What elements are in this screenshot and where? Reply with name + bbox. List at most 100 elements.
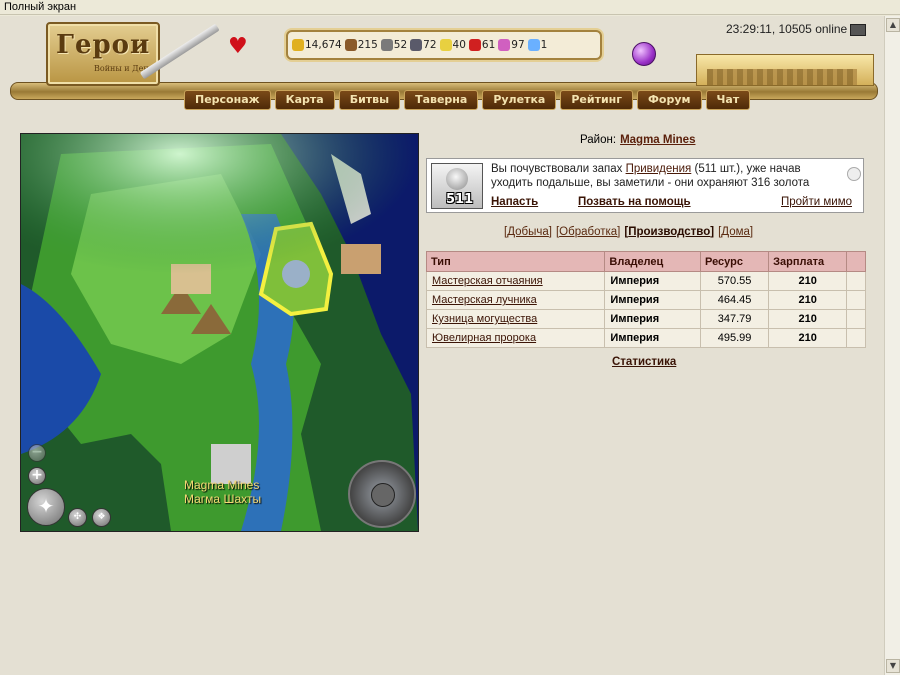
ghost-count: 511 [446,192,474,207]
compass-rose-icon[interactable]: ✦ [27,488,65,526]
sulfur-icon [439,39,452,51]
tab-item[interactable]: [Обработка] [556,226,620,238]
owner-cell: Империя [604,271,701,291]
table-header-row: Тип Владелец Ресурс Зарплата [425,251,866,272]
tab-label[interactable]: Обработка [559,226,617,238]
salary-cell: 210 [768,271,848,291]
resource-cell: 495.99 [699,328,770,348]
col-empty [846,251,866,272]
clock-text: 23:29:11, 10505 online [726,22,848,36]
logo-title: Герои [56,30,151,60]
nav-item[interactable]: Рейтинг [560,90,634,110]
ghost-creature-icon: 511 [431,163,483,209]
resource-item: 14,674 [292,39,342,51]
castle-banner [696,54,874,86]
building-type-link[interactable]: Мастерская отчаяния [425,271,606,291]
diamond-icon [527,39,540,51]
resources-bar: 14,674 215 52 72 40 61 97 1 [286,30,602,60]
salary-cell: 210 [768,290,848,310]
fullscreen-bar[interactable]: Полный экран [0,0,900,15]
col-type: Тип [425,251,606,272]
navigation-center-icon[interactable] [371,483,395,507]
layers-icon[interactable]: ❖ [92,508,111,527]
scroll-down-icon[interactable]: ▼ [886,659,900,673]
district-label: Район: [580,134,617,146]
castle-silhouette [707,69,857,85]
nav-item[interactable]: Чат [705,90,751,110]
wood-icon [344,39,357,51]
empty-cell [846,290,866,310]
col-salary: Зарплата [768,251,848,272]
crystal-icon [468,39,481,51]
call-help-link[interactable]: Позвать на помощь [578,196,691,208]
empty-cell [846,309,866,329]
resource-item: 215 [344,39,378,51]
resource-value: 61 [481,39,496,51]
world-map[interactable]: Magma Mines Магма Шахты − + ✦ ✣ ❖ [20,133,419,532]
heart-icon[interactable]: ♥ [228,34,248,59]
empty-cell [846,328,866,348]
ghost-head-icon [446,168,468,190]
building-type-link[interactable]: Кузница могущества [425,309,606,329]
table-row: Ювелирная пророка Империя 495.99 210 [425,328,866,348]
game-page: Герои Войны и Денег ♥ 14,674 215 52 72 40 61 9… [0,16,884,675]
tab-item[interactable]: [Дома] [718,226,753,238]
nav-item[interactable]: Персонаж [184,90,271,110]
attack-link[interactable]: Напасть [491,196,538,208]
resource-item: 72 [410,39,437,51]
encounter-close-radio[interactable] [847,167,861,181]
nav-item[interactable]: Таверна [404,90,479,110]
resource-value: 72 [423,39,437,51]
scroll-up-icon[interactable]: ▲ [886,18,900,32]
ore-icon [380,39,393,51]
salary-cell: 210 [768,328,848,348]
tab-label[interactable]: Дома [721,226,750,238]
resource-cell: 347.79 [699,309,770,329]
tab-label[interactable]: Добыча [507,226,549,238]
map-navigation-wheel[interactable] [348,460,416,528]
table-row: Мастерская отчаяния Империя 570.55 210 [425,271,866,291]
resource-cell: 464.45 [699,290,770,310]
resource-value: 14,674 [305,39,342,51]
table-row: Мастерская лучника Империя 464.45 210 [425,290,866,310]
zoom-in-icon[interactable]: + [28,467,46,485]
zoom-out-icon[interactable]: − [28,444,46,462]
map-location-label-en: Magma Mines [184,478,260,492]
owner-cell: Империя [604,309,701,329]
district-info: Район: Magma Mines [580,134,695,146]
empty-cell [846,271,866,291]
col-resource: Ресурс [699,251,770,272]
move-icon[interactable]: ✣ [68,508,87,527]
nav-item[interactable]: Карта [274,90,335,110]
col-owner: Владелец [604,251,701,272]
nav-item[interactable]: Рулетка [482,90,557,110]
server-clock: 23:29:11, 10505 online [726,22,867,36]
encounter-text-before: Вы почувствовали запах [491,163,626,175]
resource-value: 97 [511,39,525,51]
statistics-link[interactable]: Статистика [612,356,676,368]
district-name-link[interactable]: Magma Mines [620,134,695,146]
vertical-scrollbar[interactable]: ▲ ▼ [884,16,900,675]
creature-link[interactable]: Привидения [626,163,692,175]
main-nav: Персонаж Карта Битвы Таверна Рулетка Рейтинг Ф… [184,90,751,110]
salary-cell: 210 [768,309,848,329]
tab-label[interactable]: Производство [628,226,710,238]
building-type-link[interactable]: Мастерская лучника [425,290,606,310]
nav-item[interactable]: Битвы [338,90,401,110]
resource-item: 97 [498,39,525,51]
building-type-link[interactable]: Ювелирная пророка [425,328,606,348]
potion-flask-icon[interactable] [632,42,656,66]
nav-item[interactable]: Форум [637,90,702,110]
tab-item[interactable]: [Производство] [624,226,714,238]
online-icon[interactable] [850,23,867,36]
resource-cell: 570.55 [699,271,770,291]
pass-by-link[interactable]: Пройти мимо [781,196,852,208]
encounter-box: 511 Вы почувствовали запах Привидения (5… [426,158,864,213]
resource-value: 1 [540,39,548,51]
encounter-text: Вы почувствовали запах Привидения (511 ш… [491,162,837,190]
resource-item: 52 [380,39,408,51]
building-tabs: [Добыча] [Обработка] [Производство] [Дома] [504,226,757,238]
resource-value: 52 [393,39,408,51]
table-row: Кузница могущества Империя 347.79 210 [425,309,866,329]
tab-item[interactable]: [Добыча] [504,226,552,238]
